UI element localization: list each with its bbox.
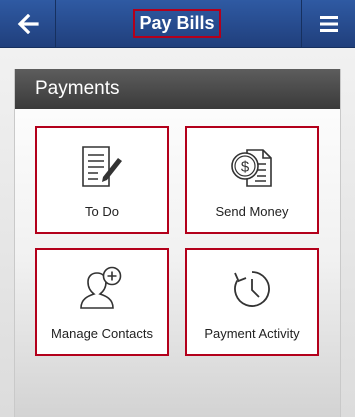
tile-label: Send Money [215,204,289,219]
section-title: Payments [35,78,120,99]
section-header: Payments [15,69,340,109]
send-money-tile[interactable]: $ Send Money [185,126,319,234]
page-title: Pay Bills [133,9,221,38]
manage-contacts-tile[interactable]: Manage Contacts [35,248,169,356]
menu-button[interactable] [301,0,355,48]
todo-tile[interactable]: To Do [35,126,169,234]
top-app-bar: Pay Bills [0,0,355,48]
tile-label: To Do [85,204,119,219]
back-arrow-icon [17,14,39,34]
svg-text:$: $ [241,159,250,176]
payment-activity-tile[interactable]: Payment Activity [185,248,319,356]
todo-list-icon [82,146,122,187]
tile-label: Payment Activity [204,326,300,341]
tile-label: Manage Contacts [51,326,153,341]
page-title-text: Pay Bills [139,13,215,33]
send-money-icon: $ [231,149,272,187]
history-clock-icon [234,271,270,307]
hamburger-menu-icon [319,16,338,32]
back-button[interactable] [0,0,56,48]
payments-panel: Payments [14,69,341,417]
add-contact-icon [80,266,122,309]
